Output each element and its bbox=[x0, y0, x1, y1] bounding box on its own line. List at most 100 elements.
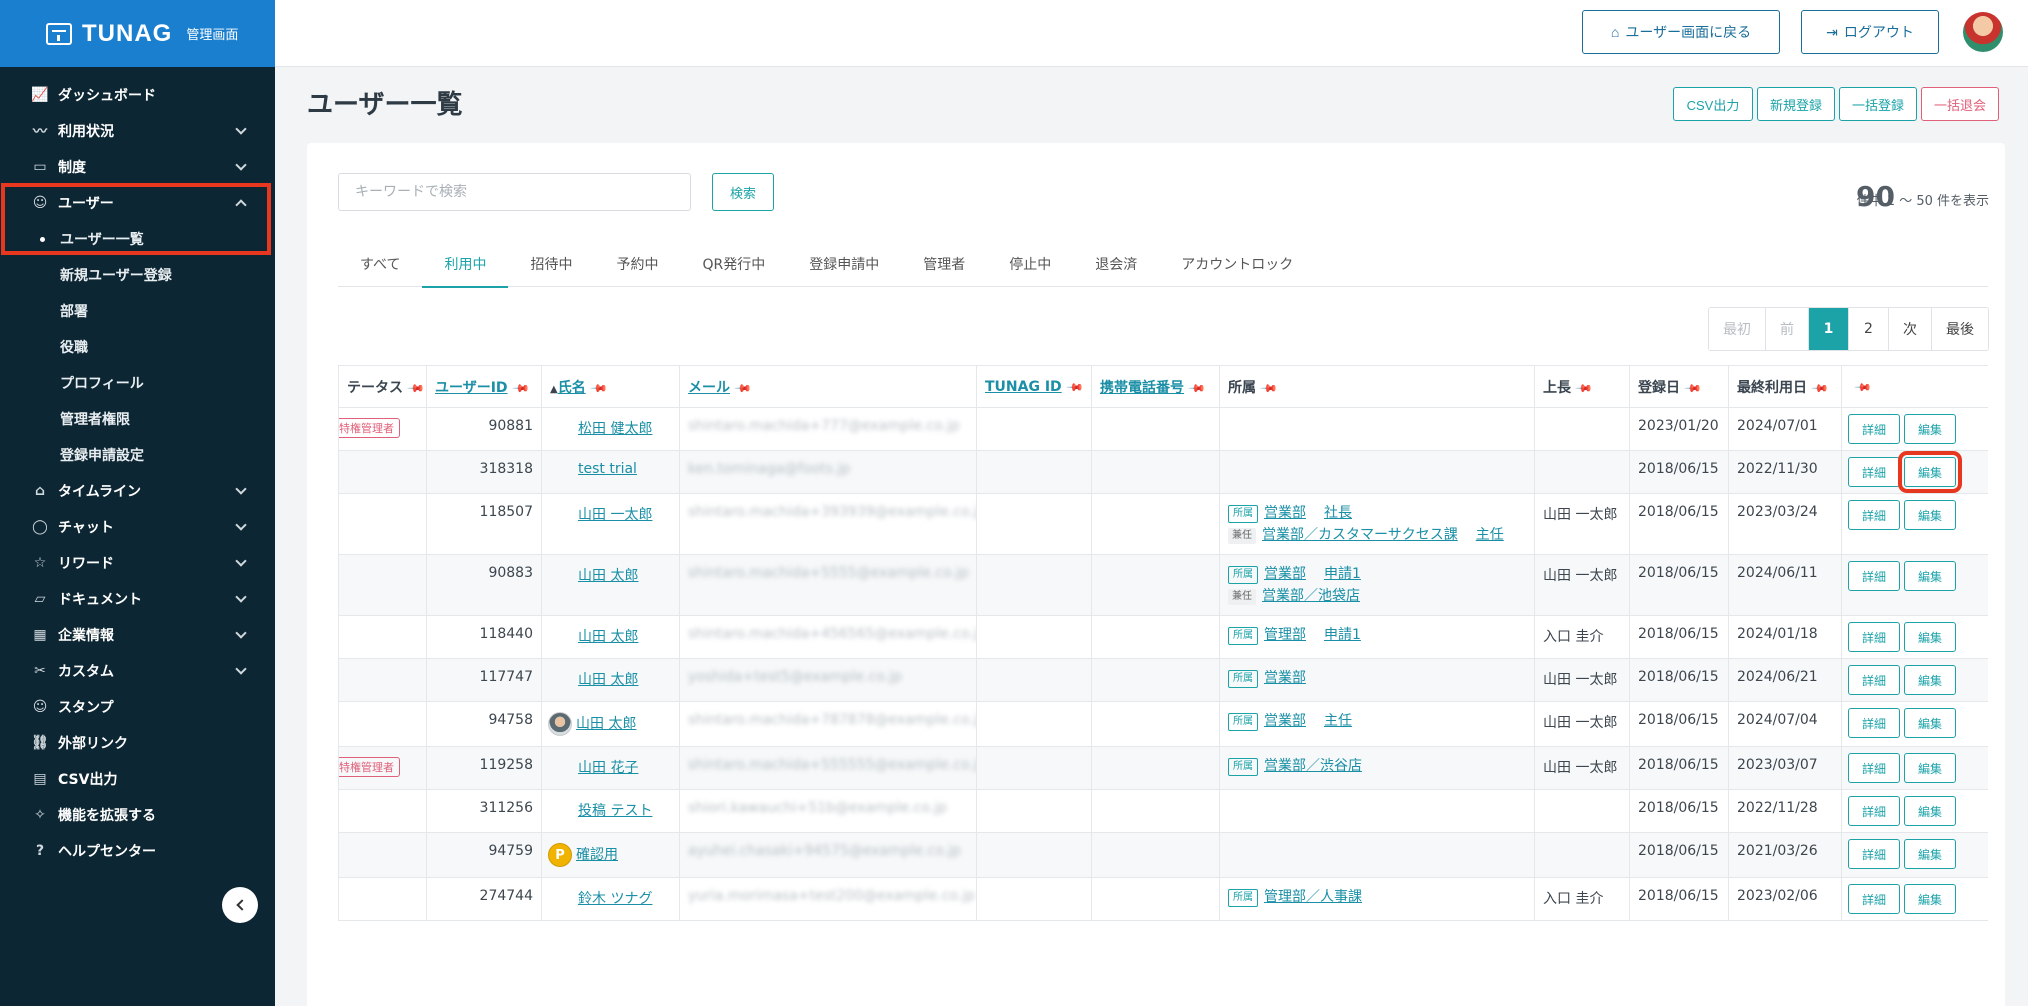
user-name-link[interactable]: 鈴木 ツナグ bbox=[578, 891, 652, 907]
col-phone[interactable]: 携帯電話番号 📌 bbox=[1091, 365, 1220, 408]
position-link[interactable]: 申請1 bbox=[1324, 627, 1361, 643]
user-name-link[interactable]: 投稿 テスト bbox=[578, 803, 652, 819]
col-user-id[interactable]: ユーザーID 📌 bbox=[426, 365, 542, 408]
pagination-last[interactable]: 最後 bbox=[1932, 308, 1988, 350]
pagination-page-1[interactable]: 1 bbox=[1809, 308, 1849, 350]
sidebar-item[interactable]: ▤ CSV出力 bbox=[0, 761, 275, 797]
bulk-register-button[interactable]: 一括登録 bbox=[1839, 87, 1917, 121]
pagination-page-2[interactable]: 2 bbox=[1849, 308, 1889, 350]
edit-button[interactable]: 編集 bbox=[1904, 839, 1956, 869]
pin-icon[interactable]: 📌 bbox=[1683, 379, 1702, 398]
tab[interactable]: すべて bbox=[338, 241, 422, 287]
sidebar-item[interactable]: ☺ スタンプ bbox=[0, 689, 275, 725]
col-affiliation[interactable]: 所属 📌 bbox=[1219, 365, 1535, 408]
col-manager[interactable]: 上長 📌 bbox=[1534, 365, 1630, 408]
detail-button[interactable]: 詳細 bbox=[1848, 414, 1900, 444]
col-email[interactable]: メール 📌 bbox=[679, 365, 977, 408]
col-tunag-id[interactable]: TUNAG ID 📌 bbox=[976, 365, 1092, 408]
pin-icon[interactable]: 📌 bbox=[1187, 379, 1206, 398]
sidebar-item[interactable]: ⌂ タイムライン bbox=[0, 473, 275, 509]
tab[interactable]: 予約中 bbox=[594, 241, 680, 287]
position-link[interactable]: 申請1 bbox=[1324, 566, 1361, 582]
col-status[interactable]: テータス 📌 bbox=[338, 365, 427, 408]
tab[interactable]: 招待中 bbox=[508, 241, 594, 287]
sidebar-subitem[interactable]: 管理者権限 bbox=[0, 401, 275, 437]
edit-button[interactable]: 編集 bbox=[1904, 753, 1956, 783]
tab[interactable]: 退会済 bbox=[1073, 241, 1159, 287]
tab[interactable]: 登録申請中 bbox=[787, 241, 901, 287]
search-input[interactable] bbox=[338, 173, 691, 211]
sidebar-subitem[interactable]: 登録申請設定 bbox=[0, 437, 275, 473]
detail-button[interactable]: 詳細 bbox=[1848, 500, 1900, 530]
pin-icon[interactable]: 📌 bbox=[1574, 379, 1593, 398]
user-name-link[interactable]: 確認用 bbox=[576, 847, 618, 863]
detail-button[interactable]: 詳細 bbox=[1848, 884, 1900, 914]
brand[interactable]: TUNAG 管理画面 bbox=[0, 0, 275, 67]
csv-export-button[interactable]: CSV出力 bbox=[1673, 87, 1753, 121]
position-link[interactable]: 社長 bbox=[1324, 505, 1352, 521]
user-name-link[interactable]: 山田 一太郎 bbox=[578, 507, 652, 523]
pin-icon[interactable]: 📌 bbox=[733, 379, 752, 398]
logout-button[interactable]: ⇥ ログアウト bbox=[1801, 10, 1939, 54]
detail-button[interactable]: 詳細 bbox=[1848, 796, 1900, 826]
col-name[interactable]: ▲氏名 📌 bbox=[541, 365, 680, 408]
department-link[interactable]: 営業部／池袋店 bbox=[1262, 588, 1360, 604]
back-to-user-screen-button[interactable]: ⌂ ユーザー画面に戻る bbox=[1582, 10, 1780, 54]
sidebar-subitem[interactable]: 新規ユーザー登録 bbox=[0, 257, 275, 293]
tab[interactable]: アカウントロック bbox=[1159, 241, 1315, 287]
edit-button[interactable]: 編集 bbox=[1904, 884, 1956, 914]
user-name-link[interactable]: 山田 太郎 bbox=[578, 672, 638, 688]
department-link[interactable]: 営業部 bbox=[1264, 670, 1306, 686]
user-name-link[interactable]: 山田 花子 bbox=[578, 760, 638, 776]
edit-button[interactable]: 編集 bbox=[1898, 451, 1962, 493]
pin-icon[interactable]: 📌 bbox=[1853, 378, 1872, 397]
sidebar-item[interactable]: ✧ 機能を拡張する bbox=[0, 797, 275, 833]
sidebar-item[interactable]: ◯ チャット bbox=[0, 509, 275, 545]
department-link[interactable]: 管理部／人事課 bbox=[1264, 889, 1362, 905]
edit-button[interactable]: 編集 bbox=[1904, 561, 1956, 591]
edit-button[interactable]: 編集 bbox=[1904, 708, 1956, 738]
detail-button[interactable]: 詳細 bbox=[1848, 457, 1900, 487]
tab[interactable]: 管理者 bbox=[901, 241, 987, 287]
sidebar-item[interactable]: ✂ カスタム bbox=[0, 653, 275, 689]
user-name-link[interactable]: 松田 健太郎 bbox=[578, 421, 652, 437]
position-link[interactable]: 主任 bbox=[1476, 527, 1504, 543]
edit-button[interactable]: 編集 bbox=[1904, 622, 1956, 652]
detail-button[interactable]: 詳細 bbox=[1848, 561, 1900, 591]
pin-icon[interactable]: 📌 bbox=[511, 379, 530, 398]
edit-button[interactable]: 編集 bbox=[1904, 796, 1956, 826]
tab[interactable]: QR発行中 bbox=[680, 241, 787, 287]
department-link[interactable]: 営業部／渋谷店 bbox=[1264, 758, 1362, 774]
user-name-link[interactable]: 山田 太郎 bbox=[578, 568, 638, 584]
pagination-first[interactable]: 最初 bbox=[1709, 308, 1766, 350]
tab[interactable]: 利用中 bbox=[422, 241, 509, 288]
col-last-used[interactable]: 最終利用日 📌 bbox=[1728, 365, 1842, 408]
sidebar-item[interactable]: ▭ 制度 bbox=[0, 149, 275, 185]
position-link[interactable]: 主任 bbox=[1324, 713, 1352, 729]
tab[interactable]: 停止中 bbox=[987, 241, 1073, 287]
col-actions[interactable]: 📌 bbox=[1841, 365, 1988, 408]
department-link[interactable]: 営業部 bbox=[1264, 505, 1306, 521]
search-button[interactable]: 検索 bbox=[712, 173, 774, 211]
pin-icon[interactable]: 📌 bbox=[406, 379, 425, 398]
user-name-link[interactable]: 山田 太郎 bbox=[578, 629, 638, 645]
sidebar-collapse-button[interactable] bbox=[222, 887, 258, 923]
detail-button[interactable]: 詳細 bbox=[1848, 753, 1900, 783]
pagination-prev[interactable]: 前 bbox=[1766, 308, 1809, 350]
col-registered[interactable]: 登録日 📌 bbox=[1629, 365, 1729, 408]
pin-icon[interactable]: 📌 bbox=[1810, 379, 1829, 398]
user-name-link[interactable]: 山田 太郎 bbox=[576, 716, 636, 732]
detail-button[interactable]: 詳細 bbox=[1848, 708, 1900, 738]
sidebar-item[interactable]: ▦ 企業情報 bbox=[0, 617, 275, 653]
user-name-link[interactable]: test trial bbox=[578, 461, 637, 477]
edit-button[interactable]: 編集 bbox=[1904, 665, 1956, 695]
sidebar-item[interactable]: ⛓ 外部リンク bbox=[0, 725, 275, 761]
sidebar-item[interactable]: ? ヘルプセンター bbox=[0, 833, 275, 869]
detail-button[interactable]: 詳細 bbox=[1848, 622, 1900, 652]
sidebar-item[interactable]: 📈 ダッシュボード bbox=[0, 77, 275, 113]
pin-icon[interactable]: 📌 bbox=[589, 379, 608, 398]
department-link[interactable]: 管理部 bbox=[1264, 627, 1306, 643]
pin-icon[interactable]: 📌 bbox=[1065, 378, 1084, 397]
department-link[interactable]: 営業部 bbox=[1264, 713, 1306, 729]
avatar[interactable] bbox=[1963, 12, 2003, 52]
